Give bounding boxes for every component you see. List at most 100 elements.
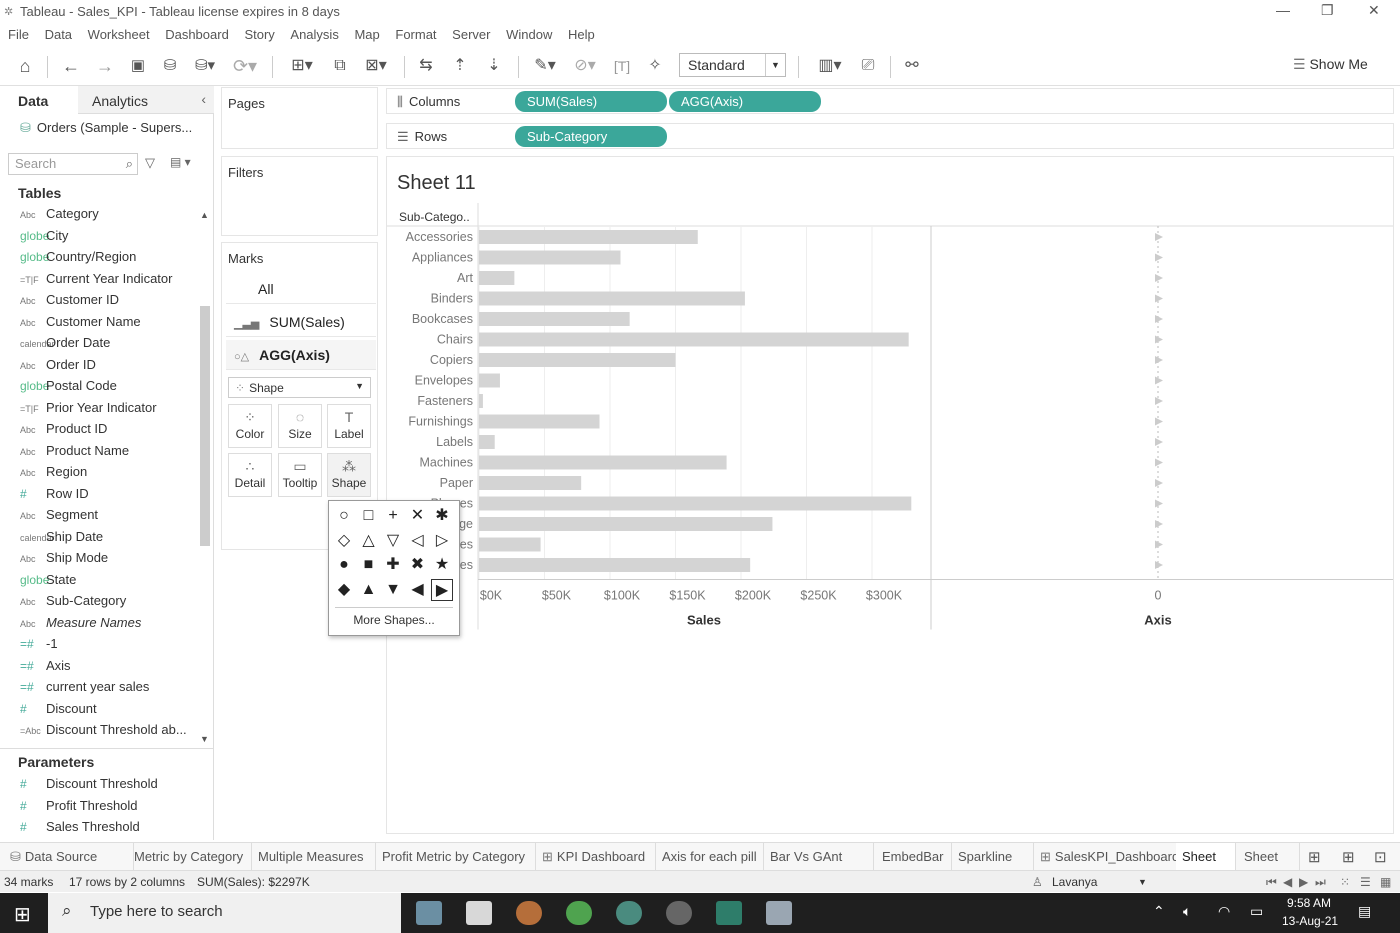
filter-icon[interactable]: ▽ <box>145 155 155 171</box>
sheet-tab[interactable]: Profit Metric by Category <box>376 843 536 871</box>
status-user[interactable]: Lavanya <box>1052 875 1097 889</box>
list-view-icon[interactable]: ☰ <box>1360 875 1371 889</box>
collapse-icon[interactable]: ‹ <box>201 91 206 107</box>
file-explorer-icon[interactable] <box>416 901 442 925</box>
field-item[interactable]: =Abc Discount Threshold ab... <box>20 722 187 743</box>
rows-shelf[interactable]: ☰ Rows Sub-Category <box>386 123 1394 149</box>
chrome-icon[interactable] <box>566 901 592 925</box>
undo-icon[interactable]: ← <box>58 54 84 78</box>
scroll-down-icon[interactable]: ▼ <box>200 734 209 744</box>
worksheet-view[interactable]: Sheet 11 Sub-Catego.. Accessories Applianc… <box>386 156 1394 834</box>
field-item[interactable]: Abc Customer ID <box>20 292 119 313</box>
color-button[interactable]: ⁘ Color <box>228 404 272 448</box>
windows-start-icon[interactable]: ⊞ <box>14 902 31 927</box>
menu-data[interactable]: Data <box>45 24 72 46</box>
save-icon[interactable]: ▣ <box>126 54 150 78</box>
shape-option-icon[interactable]: □ <box>358 505 380 527</box>
show-me-button[interactable]: ☰ Show Me <box>1293 56 1368 73</box>
shape-option-icon[interactable]: ▷ <box>431 530 453 552</box>
tab-analytics[interactable]: Analytics ‹ <box>78 86 214 114</box>
shape-option-icon[interactable]: + <box>382 505 404 527</box>
clear-sheet-icon[interactable]: ⊠▾ <box>358 54 394 78</box>
label-button[interactable]: T Label <box>327 404 371 448</box>
presentation-icon[interactable]: ⎚ <box>856 54 880 78</box>
menu-window[interactable]: Window <box>506 24 552 46</box>
volume-icon[interactable]: 🔈︎ <box>1183 903 1191 920</box>
shape-option-icon[interactable]: ★ <box>431 554 453 576</box>
share-icon[interactable]: ⚯ <box>900 54 924 78</box>
datasource-item[interactable]: ⛁ Orders (Sample - Supers... <box>20 120 192 136</box>
shape-option-icon[interactable]: ■ <box>358 554 380 576</box>
menu-dashboard[interactable]: Dashboard <box>165 24 229 46</box>
shape-option-icon[interactable]: ✱ <box>431 505 453 527</box>
scroll-up-icon[interactable]: ▲ <box>200 210 209 220</box>
new-dashboard-icon[interactable]: ⊞ <box>1342 848 1355 866</box>
field-item[interactable]: =# Axis <box>20 658 71 679</box>
columns-shelf[interactable]: ⫼ Columns SUM(Sales) AGG(Axis) <box>386 88 1394 114</box>
pages-card[interactable]: Pages <box>221 87 378 149</box>
parameter-item[interactable]: # Discount Threshold <box>20 776 158 797</box>
shape-option-icon[interactable]: ▽ <box>382 530 404 552</box>
sheet-tab[interactable]: Sheet 12 <box>1238 843 1300 892</box>
shape-option-icon[interactable]: ▲ <box>358 579 380 601</box>
shape-option-icon[interactable]: ○ <box>333 505 355 527</box>
minimize-button[interactable]: — <box>1276 2 1290 18</box>
redo-icon[interactable]: → <box>92 54 118 78</box>
field-item[interactable]: calendarShip Date <box>20 529 103 550</box>
refresh-icon[interactable]: ⟳▾ <box>228 54 262 78</box>
shape-option-icon[interactable]: ◆ <box>333 579 355 601</box>
app-icon-2[interactable] <box>666 901 692 925</box>
photos-icon[interactable] <box>716 901 742 925</box>
field-item[interactable]: =# current year sales <box>20 679 149 700</box>
filters-card[interactable]: Filters <box>221 156 378 236</box>
next-page-icon[interactable]: ▶ <box>1299 875 1308 889</box>
field-item[interactable]: calendarOrder Date <box>20 335 110 356</box>
new-story-icon[interactable]: ⊡ <box>1374 848 1387 866</box>
field-item[interactable]: Abc Ship Mode <box>20 550 108 571</box>
sheet-tab[interactable]: ⊞ SalesKPI_Dashboard <box>1034 843 1179 871</box>
search-input[interactable]: Search ⌕ <box>8 153 138 175</box>
notification-icon[interactable]: ▤ <box>1358 903 1371 920</box>
marks-agg-axis[interactable]: ○△ AGG(Axis) <box>226 340 376 370</box>
keyboard-icon[interactable]: ▭ <box>1250 903 1263 920</box>
sheet-tab[interactable]: Sheet 11 <box>1176 843 1236 892</box>
tab-data[interactable]: Data <box>0 86 78 114</box>
shape-option-icon[interactable]: ◀ <box>407 579 429 601</box>
menu-help[interactable]: Help <box>568 24 595 46</box>
pill-agg-axis[interactable]: AGG(Axis) <box>669 91 821 112</box>
highlight-icon[interactable]: ✎▾ <box>528 54 562 78</box>
group-icon[interactable]: ⊘▾ <box>568 54 602 78</box>
scrollbar-thumb[interactable] <box>200 306 210 546</box>
last-page-icon[interactable]: ⏭ <box>1315 875 1326 890</box>
marks-sum-sales[interactable]: ▁▃▅ SUM(Sales) <box>226 307 376 337</box>
field-item[interactable]: # Row ID <box>20 486 89 507</box>
field-item[interactable]: =T|F Current Year Indicator <box>20 271 172 292</box>
shape-option-icon[interactable]: ▼ <box>382 579 404 601</box>
taskbar-search[interactable]: ⌕ Type here to search <box>48 893 401 933</box>
shape-option-icon[interactable]: ◇ <box>333 530 355 552</box>
field-item[interactable]: Abc Product Name <box>20 443 129 464</box>
marks-all[interactable]: All <box>226 274 376 304</box>
new-sheet-icon[interactable]: ⊞ <box>1308 848 1321 866</box>
pin-icon[interactable]: ✧ <box>643 54 667 78</box>
field-item[interactable]: Abc Category <box>20 206 99 227</box>
sheet-tab[interactable]: Metric by Category <box>128 843 252 871</box>
field-item[interactable]: globeCity <box>20 228 68 249</box>
pill-sum-sales[interactable]: SUM(Sales) <box>515 91 667 112</box>
sheet-tab[interactable]: Bar Vs GAnt Size <box>764 843 874 892</box>
parameter-item[interactable]: # Profit Threshold <box>20 798 138 819</box>
prev-page-icon[interactable]: ◀ <box>1283 875 1292 889</box>
shape-option-icon[interactable]: ◁ <box>407 530 429 552</box>
store-icon[interactable] <box>466 901 492 925</box>
parameter-item[interactable]: # Sales Threshold <box>20 819 140 840</box>
swap-icon[interactable]: ⇆ <box>414 54 438 78</box>
more-shapes-link[interactable]: More Shapes... <box>329 613 459 627</box>
new-datasource-icon[interactable]: ⛁ <box>158 54 182 78</box>
shape-option-icon[interactable]: ✚ <box>382 554 404 576</box>
field-item[interactable]: globeState <box>20 572 76 593</box>
first-page-icon[interactable]: ⏮ <box>1266 875 1277 890</box>
field-item[interactable]: =T|F Prior Year Indicator <box>20 400 157 421</box>
fit-select[interactable]: Standard ▼ <box>679 53 786 77</box>
sheet-tab[interactable]: Sparkline <box>952 843 1034 871</box>
shape-option-icon[interactable]: ✖ <box>407 554 429 576</box>
